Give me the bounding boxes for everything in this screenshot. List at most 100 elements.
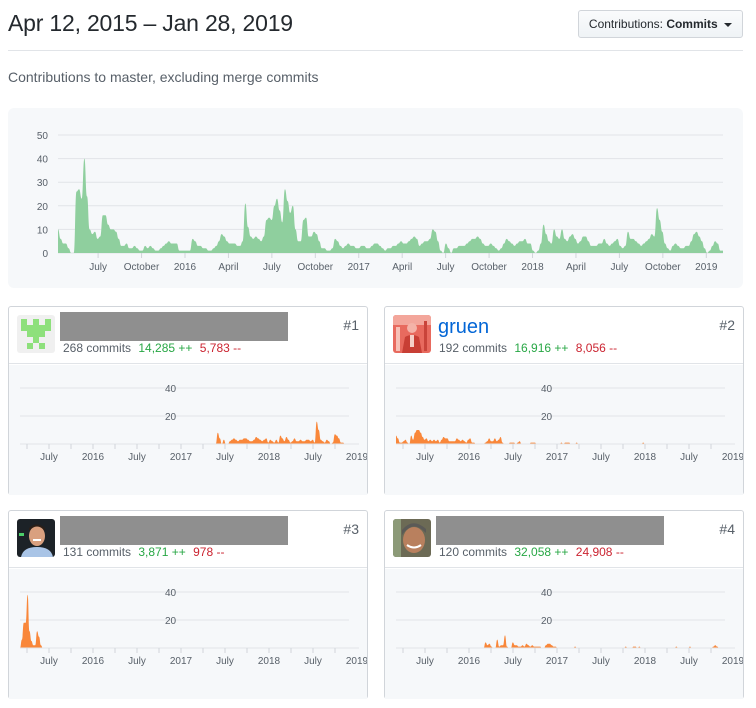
x-tick-label: July xyxy=(263,262,281,273)
x-tick-label: 2017 xyxy=(170,656,193,667)
y-tick-label: 0 xyxy=(42,249,48,260)
commit-count[interactable]: 120 commits xyxy=(439,545,507,559)
x-tick-label: July xyxy=(416,656,434,667)
x-tick-label: 2016 xyxy=(458,452,481,463)
x-tick-label: 2018 xyxy=(634,656,657,667)
y-tick-label: 40 xyxy=(37,155,49,166)
y-tick-label: 20 xyxy=(165,616,177,627)
x-tick-label: July xyxy=(89,262,107,273)
contributor-chart: 20 40 July 2016 July 2017 July 2018 July 2019 xyxy=(385,569,745,699)
x-tick-label: October xyxy=(645,262,681,273)
x-tick-label: July xyxy=(40,656,58,667)
avatar[interactable] xyxy=(17,315,55,353)
deletions-count: 978 -- xyxy=(193,545,225,559)
y-tick-label: 40 xyxy=(165,384,177,395)
additions-count: 3,871 ++ xyxy=(138,545,186,559)
select-value: Commits xyxy=(666,17,718,31)
x-tick-label: July xyxy=(416,452,434,463)
x-tick-label: April xyxy=(218,262,238,273)
x-tick-label: July xyxy=(611,262,629,273)
x-tick-label: 2017 xyxy=(546,452,569,463)
y-tick-label: 40 xyxy=(541,384,553,395)
y-tick-label: 40 xyxy=(165,588,177,599)
select-label: Contributions: xyxy=(588,17,663,31)
x-tick-label: 2018 xyxy=(258,452,281,463)
deletions-count: 24,908 -- xyxy=(575,545,624,559)
main-chart-svg: 0 10 20 30 40 50 July October 2016 April July Octob… xyxy=(37,131,723,273)
x-tick-label: October xyxy=(471,262,507,273)
x-tick-label: July xyxy=(592,452,610,463)
page-header: Apr 12, 2015 – Jan 28, 2019 Contribution… xyxy=(8,0,743,51)
contributor-header: gruen 192 commits 16,916 ++ 8,056 -- #2 xyxy=(385,307,743,364)
x-tick-label: 2017 xyxy=(546,656,569,667)
contributor-card: 268 commits 14,285 ++ 5,783 -- #1 20 40 Ju… xyxy=(8,306,369,495)
commit-count[interactable]: 268 commits xyxy=(63,341,131,355)
redacted-username xyxy=(60,516,288,545)
contributor-rank: #3 xyxy=(343,521,359,537)
contributor-username-link[interactable]: gruen xyxy=(438,316,489,339)
x-tick-label: 2016 xyxy=(82,656,105,667)
x-tick-label: 2019 xyxy=(346,656,367,667)
commit-count[interactable]: 131 commits xyxy=(63,545,131,559)
y-tick-label: 20 xyxy=(165,412,177,423)
commit-count[interactable]: 192 commits xyxy=(439,341,507,355)
main-contributions-chart: 0 10 20 30 40 50 July October 2016 April July Octob… xyxy=(8,108,743,288)
x-tick-label: July xyxy=(128,656,146,667)
x-tick-label: July xyxy=(437,262,455,273)
x-tick-label: 2018 xyxy=(634,452,657,463)
x-tick-label: July xyxy=(40,452,58,463)
x-tick-label: July xyxy=(304,656,322,667)
contributor-chart-svg: 20 40 July 2016 July 2017 July 2018 July 2019 xyxy=(396,384,745,463)
chart-subtitle: Contributions to master, excluding merge… xyxy=(8,69,319,85)
y-tick-label: 30 xyxy=(37,178,49,189)
contributor-rank: #2 xyxy=(719,317,735,333)
contributor-stats: 268 commits 14,285 ++ 5,783 -- xyxy=(63,341,241,355)
x-tick-label: April xyxy=(566,262,586,273)
additions-count: 32,058 ++ xyxy=(514,545,569,559)
x-tick-label: July xyxy=(216,452,234,463)
contributor-header: 120 commits 32,058 ++ 24,908 -- #4 xyxy=(385,511,743,568)
redacted-username xyxy=(60,312,288,341)
y-tick-label: 50 xyxy=(37,131,49,142)
contributor-rank: #4 xyxy=(719,521,735,537)
contributor-stats: 192 commits 16,916 ++ 8,056 -- xyxy=(439,341,617,355)
avatar[interactable] xyxy=(393,519,431,557)
x-tick-label: 2017 xyxy=(170,452,193,463)
x-tick-label: July xyxy=(680,452,698,463)
x-tick-label: 2017 xyxy=(348,262,371,273)
deletions-count: 8,056 -- xyxy=(575,341,618,355)
x-tick-label: 2019 xyxy=(722,452,743,463)
deletions-count: 5,783 -- xyxy=(199,341,242,355)
y-tick-label: 20 xyxy=(37,202,49,213)
x-tick-label: July xyxy=(504,452,522,463)
contributions-type-select[interactable]: Contributions: Commits xyxy=(577,10,743,38)
x-tick-label: April xyxy=(392,262,412,273)
contributor-stats: 131 commits 3,871 ++ 978 -- xyxy=(63,545,224,559)
y-tick-label: 10 xyxy=(37,225,49,236)
contributor-rank: #1 xyxy=(343,317,359,333)
x-tick-label: 2018 xyxy=(258,656,281,667)
contributor-header: 131 commits 3,871 ++ 978 -- #3 xyxy=(9,511,367,568)
x-tick-label: July xyxy=(680,656,698,667)
contributor-chart-svg: 20 40 July 2016 July 2017 July 2018 July 2019 xyxy=(20,588,369,667)
contributor-commits-area xyxy=(20,594,349,648)
contributor-stats: 120 commits 32,058 ++ 24,908 -- xyxy=(439,545,624,559)
x-tick-label: July xyxy=(128,452,146,463)
x-tick-label: 2019 xyxy=(346,452,367,463)
avatar[interactable] xyxy=(393,315,431,353)
caret-down-icon xyxy=(724,22,732,27)
contributor-chart-svg: 20 40 July 2016 July 2017 July 2018 July 2019 xyxy=(396,588,745,667)
date-range-title: Apr 12, 2015 – Jan 28, 2019 xyxy=(8,10,293,36)
identicon-avatar-icon xyxy=(17,315,55,353)
contributor-chart: 20 40 July 2016 July 2017 July 2018 July 2019 xyxy=(9,365,369,495)
x-tick-label: 2018 xyxy=(521,262,544,273)
y-tick-label: 20 xyxy=(541,616,553,627)
additions-count: 14,285 ++ xyxy=(138,341,193,355)
contributor-card: gruen 192 commits 16,916 ++ 8,056 -- #2 … xyxy=(384,306,745,495)
x-tick-label: 2019 xyxy=(722,656,743,667)
avatar[interactable] xyxy=(17,519,55,557)
contributor-commits-area xyxy=(396,430,725,444)
contributor-chart: 20 40 July 2016 July 2017 July 2018 July 2019 xyxy=(385,365,745,495)
contributor-chart-svg: 20 40 July 2016 July 2017 July 2018 July 2019 xyxy=(20,384,369,463)
y-tick-label: 40 xyxy=(541,588,553,599)
